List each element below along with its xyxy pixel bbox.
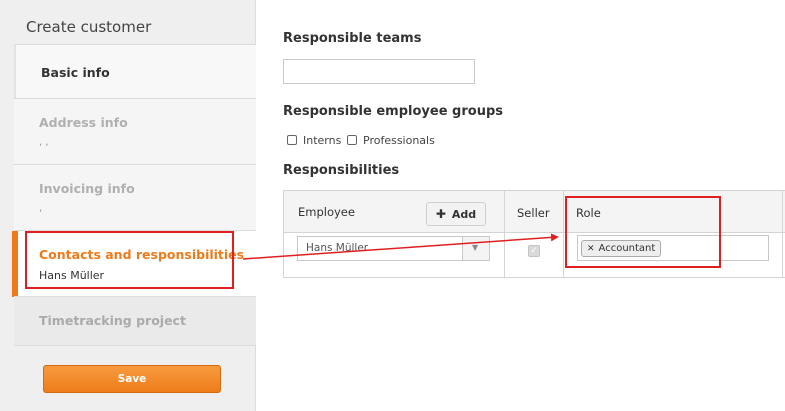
column-divider — [504, 191, 505, 277]
plus-icon: ✚ — [435, 207, 446, 221]
step-invoicing-info[interactable]: Invoicing info , — [14, 164, 256, 230]
step-address-info[interactable]: Address info , , — [14, 98, 256, 164]
column-divider — [563, 191, 564, 277]
responsible-employee-groups-title: Responsible employee groups — [283, 104, 503, 119]
chevron-down-icon: ▼ — [472, 243, 479, 252]
dropdown-toggle[interactable]: ▼ — [462, 237, 489, 260]
step-basic-info[interactable]: Basic info — [14, 44, 256, 98]
column-header-employee: Employee — [298, 205, 355, 219]
step-label: Basic info — [41, 65, 110, 80]
step-label: Invoicing info — [39, 181, 135, 196]
group-option-professionals[interactable]: Professionals — [347, 133, 435, 147]
checkbox-label: Interns — [303, 133, 342, 147]
annotation-highlight-box — [25, 231, 234, 289]
group-option-interns[interactable]: Interns — [287, 133, 341, 147]
column-divider — [782, 191, 783, 277]
step-label: Timetracking project — [39, 313, 186, 328]
checkbox[interactable] — [287, 135, 297, 145]
save-button[interactable]: Save — [43, 365, 221, 393]
checkbox[interactable] — [347, 135, 357, 145]
annotation-highlight-box — [565, 196, 721, 268]
step-timetracking-project[interactable]: Timetracking project — [14, 296, 256, 346]
seller-checkbox[interactable]: ✓ — [528, 245, 540, 257]
add-button-label: Add — [451, 207, 477, 221]
column-header-seller: Seller — [517, 206, 550, 220]
responsibilities-title: Responsibilities — [283, 163, 400, 178]
step-summary: , , — [39, 137, 49, 148]
checkbox-label: Professionals — [363, 133, 435, 147]
employee-select[interactable]: Hans Müller ▼ — [297, 236, 490, 261]
responsible-teams-title: Responsible teams — [283, 31, 422, 46]
step-label: Address info — [39, 115, 128, 130]
wizard-sidebar: Create customer Basic info Address info … — [0, 0, 256, 411]
add-employee-button[interactable]: ✚ Add — [426, 202, 486, 226]
check-icon: ✓ — [530, 246, 538, 256]
employee-select-value: Hans Müller — [306, 242, 369, 254]
step-summary: , — [39, 203, 43, 214]
wizard-steps: Basic info Address info , , Invoicing in… — [12, 0, 256, 411]
responsible-teams-input[interactable] — [283, 59, 475, 84]
active-step-indicator — [12, 231, 18, 297]
